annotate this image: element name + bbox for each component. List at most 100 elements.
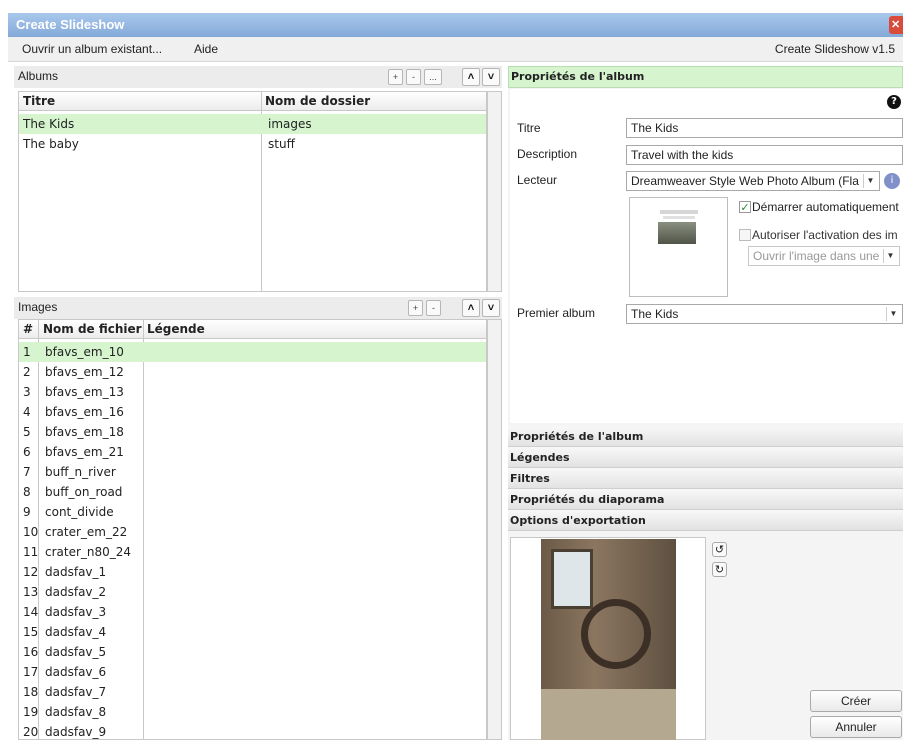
album-title: The Kids xyxy=(23,117,75,131)
image-row[interactable]: 18 dadsfav_7 xyxy=(19,682,486,702)
question-icon[interactable]: ? xyxy=(887,95,901,109)
col-filename[interactable]: Nom de fichier xyxy=(43,322,142,336)
allow-activation-checkbox[interactable] xyxy=(739,229,751,241)
image-filename: bfavs_em_13 xyxy=(45,385,124,399)
image-filename: bfavs_em_12 xyxy=(45,365,124,379)
image-row[interactable]: 19 dadsfav_8 xyxy=(19,702,486,722)
player-label: Lecteur xyxy=(517,173,558,187)
version-label: Create Slideshow v1.5 xyxy=(774,42,895,56)
section-filters[interactable]: Filtres xyxy=(508,468,903,489)
images-scrollbar[interactable] xyxy=(487,319,502,740)
image-row[interactable]: 9 cont_divide xyxy=(19,502,486,522)
image-row[interactable]: 14 dadsfav_3 xyxy=(19,602,486,622)
menu-bar: Ouvrir un album existant... Aide Create … xyxy=(8,37,903,62)
image-row[interactable]: 7 buff_n_river xyxy=(19,462,486,482)
image-row[interactable]: 10 crater_em_22 xyxy=(19,522,486,542)
menu-help[interactable]: Aide xyxy=(194,37,218,61)
image-number: 12 xyxy=(23,565,39,579)
autostart-checkbox[interactable]: ✓ xyxy=(739,201,751,213)
image-row[interactable]: 4 bfavs_em_16 xyxy=(19,402,486,422)
rotate-left-icon[interactable]: ↺ xyxy=(712,542,727,557)
image-row[interactable]: 15 dadsfav_4 xyxy=(19,622,486,642)
album-row[interactable]: The Kids images xyxy=(19,114,486,134)
image-number: 8 xyxy=(23,485,31,499)
col-caption[interactable]: Légende xyxy=(147,322,205,336)
image-filename: dadsfav_2 xyxy=(45,585,107,599)
create-button[interactable]: Créer xyxy=(810,690,902,712)
albums-header-row: Titre Nom de dossier xyxy=(19,92,486,111)
section-album-properties[interactable]: Propriétés de l'album xyxy=(508,426,903,447)
image-number: 7 xyxy=(23,465,31,479)
image-number: 17 xyxy=(23,665,39,679)
preview-thumbnail xyxy=(658,222,696,244)
album-more-button[interactable]: ... xyxy=(424,69,442,85)
image-row[interactable]: 13 dadsfav_2 xyxy=(19,582,486,602)
albums-header-label: Albums xyxy=(18,69,59,83)
image-number: 14 xyxy=(23,605,39,619)
menu-open-album[interactable]: Ouvrir un album existant... xyxy=(22,37,162,61)
image-row[interactable]: 12 dadsfav_1 xyxy=(19,562,486,582)
image-filename: crater_n80_24 xyxy=(45,545,132,559)
title-input[interactable]: The Kids xyxy=(626,118,903,138)
image-move-down-button[interactable]: ˅ xyxy=(482,299,500,317)
image-number: 5 xyxy=(23,425,31,439)
col-number[interactable]: # xyxy=(23,322,33,336)
image-filename: dadsfav_6 xyxy=(45,665,107,679)
preview-line xyxy=(663,216,695,219)
image-row[interactable]: 5 bfavs_em_18 xyxy=(19,422,486,442)
info-icon[interactable]: i xyxy=(884,173,900,189)
image-filename: dadsfav_8 xyxy=(45,705,107,719)
image-row[interactable]: 20 dadsfav_9 xyxy=(19,722,486,739)
image-number: 16 xyxy=(23,645,39,659)
image-number: 20 xyxy=(23,725,39,739)
image-row[interactable]: 17 dadsfav_6 xyxy=(19,662,486,682)
chevron-down-icon: ▼ xyxy=(863,174,877,188)
image-row[interactable]: 16 dadsfav_5 xyxy=(19,642,486,662)
albums-header: Albums + - ... ˄ ˅ xyxy=(14,66,502,88)
rotate-right-icon[interactable]: ↻ xyxy=(712,562,727,577)
open-image-select[interactable]: Ouvrir l'image dans une ▼ xyxy=(748,246,900,266)
image-preview xyxy=(541,539,676,740)
image-row[interactable]: 11 crater_n80_24 xyxy=(19,542,486,562)
album-row[interactable]: The baby stuff xyxy=(19,134,486,154)
player-select[interactable]: Dreamweaver Style Web Photo Album (Fla ▼ xyxy=(626,171,880,191)
description-label: Description xyxy=(517,147,578,161)
image-number: 10 xyxy=(23,525,39,539)
image-row[interactable]: 6 bfavs_em_21 xyxy=(19,442,486,462)
title-label: Titre xyxy=(517,121,541,135)
image-number: 9 xyxy=(23,505,31,519)
images-header-row: # Nom de fichier Légende xyxy=(19,320,486,339)
album-move-up-button[interactable]: ˄ xyxy=(462,68,480,86)
image-row[interactable]: 8 buff_on_road xyxy=(19,482,486,502)
chevron-down-icon: ▼ xyxy=(883,249,897,263)
image-number: 19 xyxy=(23,705,39,719)
album-remove-button[interactable]: - xyxy=(406,69,421,85)
image-filename: dadsfav_7 xyxy=(45,685,107,699)
image-filename: bfavs_em_10 xyxy=(45,345,124,359)
preview-wheel xyxy=(581,599,651,669)
first-album-select[interactable]: The Kids ▼ xyxy=(626,304,903,324)
image-row[interactable]: 1 bfavs_em_10 xyxy=(19,342,486,362)
player-preview xyxy=(629,197,728,297)
properties-header[interactable]: Propriétés de l'album xyxy=(508,66,903,88)
image-move-up-button[interactable]: ˄ xyxy=(462,299,480,317)
close-icon[interactable] xyxy=(889,16,903,34)
image-number: 2 xyxy=(23,365,31,379)
section-export-options[interactable]: Options d'exportation xyxy=(508,510,903,531)
album-add-button[interactable]: + xyxy=(388,69,403,85)
preview-line xyxy=(660,210,698,214)
image-row[interactable]: 2 bfavs_em_12 xyxy=(19,362,486,382)
image-add-button[interactable]: + xyxy=(408,300,423,316)
image-filename: bfavs_em_16 xyxy=(45,405,124,419)
description-input[interactable]: Travel with the kids xyxy=(626,145,903,165)
image-filename: crater_em_22 xyxy=(45,525,128,539)
col-folder[interactable]: Nom de dossier xyxy=(265,94,370,108)
col-title[interactable]: Titre xyxy=(23,94,55,108)
image-remove-button[interactable]: - xyxy=(426,300,441,316)
cancel-button[interactable]: Annuler xyxy=(810,716,902,738)
section-slideshow-properties[interactable]: Propriétés du diaporama xyxy=(508,489,903,510)
album-move-down-button[interactable]: ˅ xyxy=(482,68,500,86)
albums-scrollbar[interactable] xyxy=(487,91,502,292)
section-captions[interactable]: Légendes xyxy=(508,447,903,468)
image-row[interactable]: 3 bfavs_em_13 xyxy=(19,382,486,402)
